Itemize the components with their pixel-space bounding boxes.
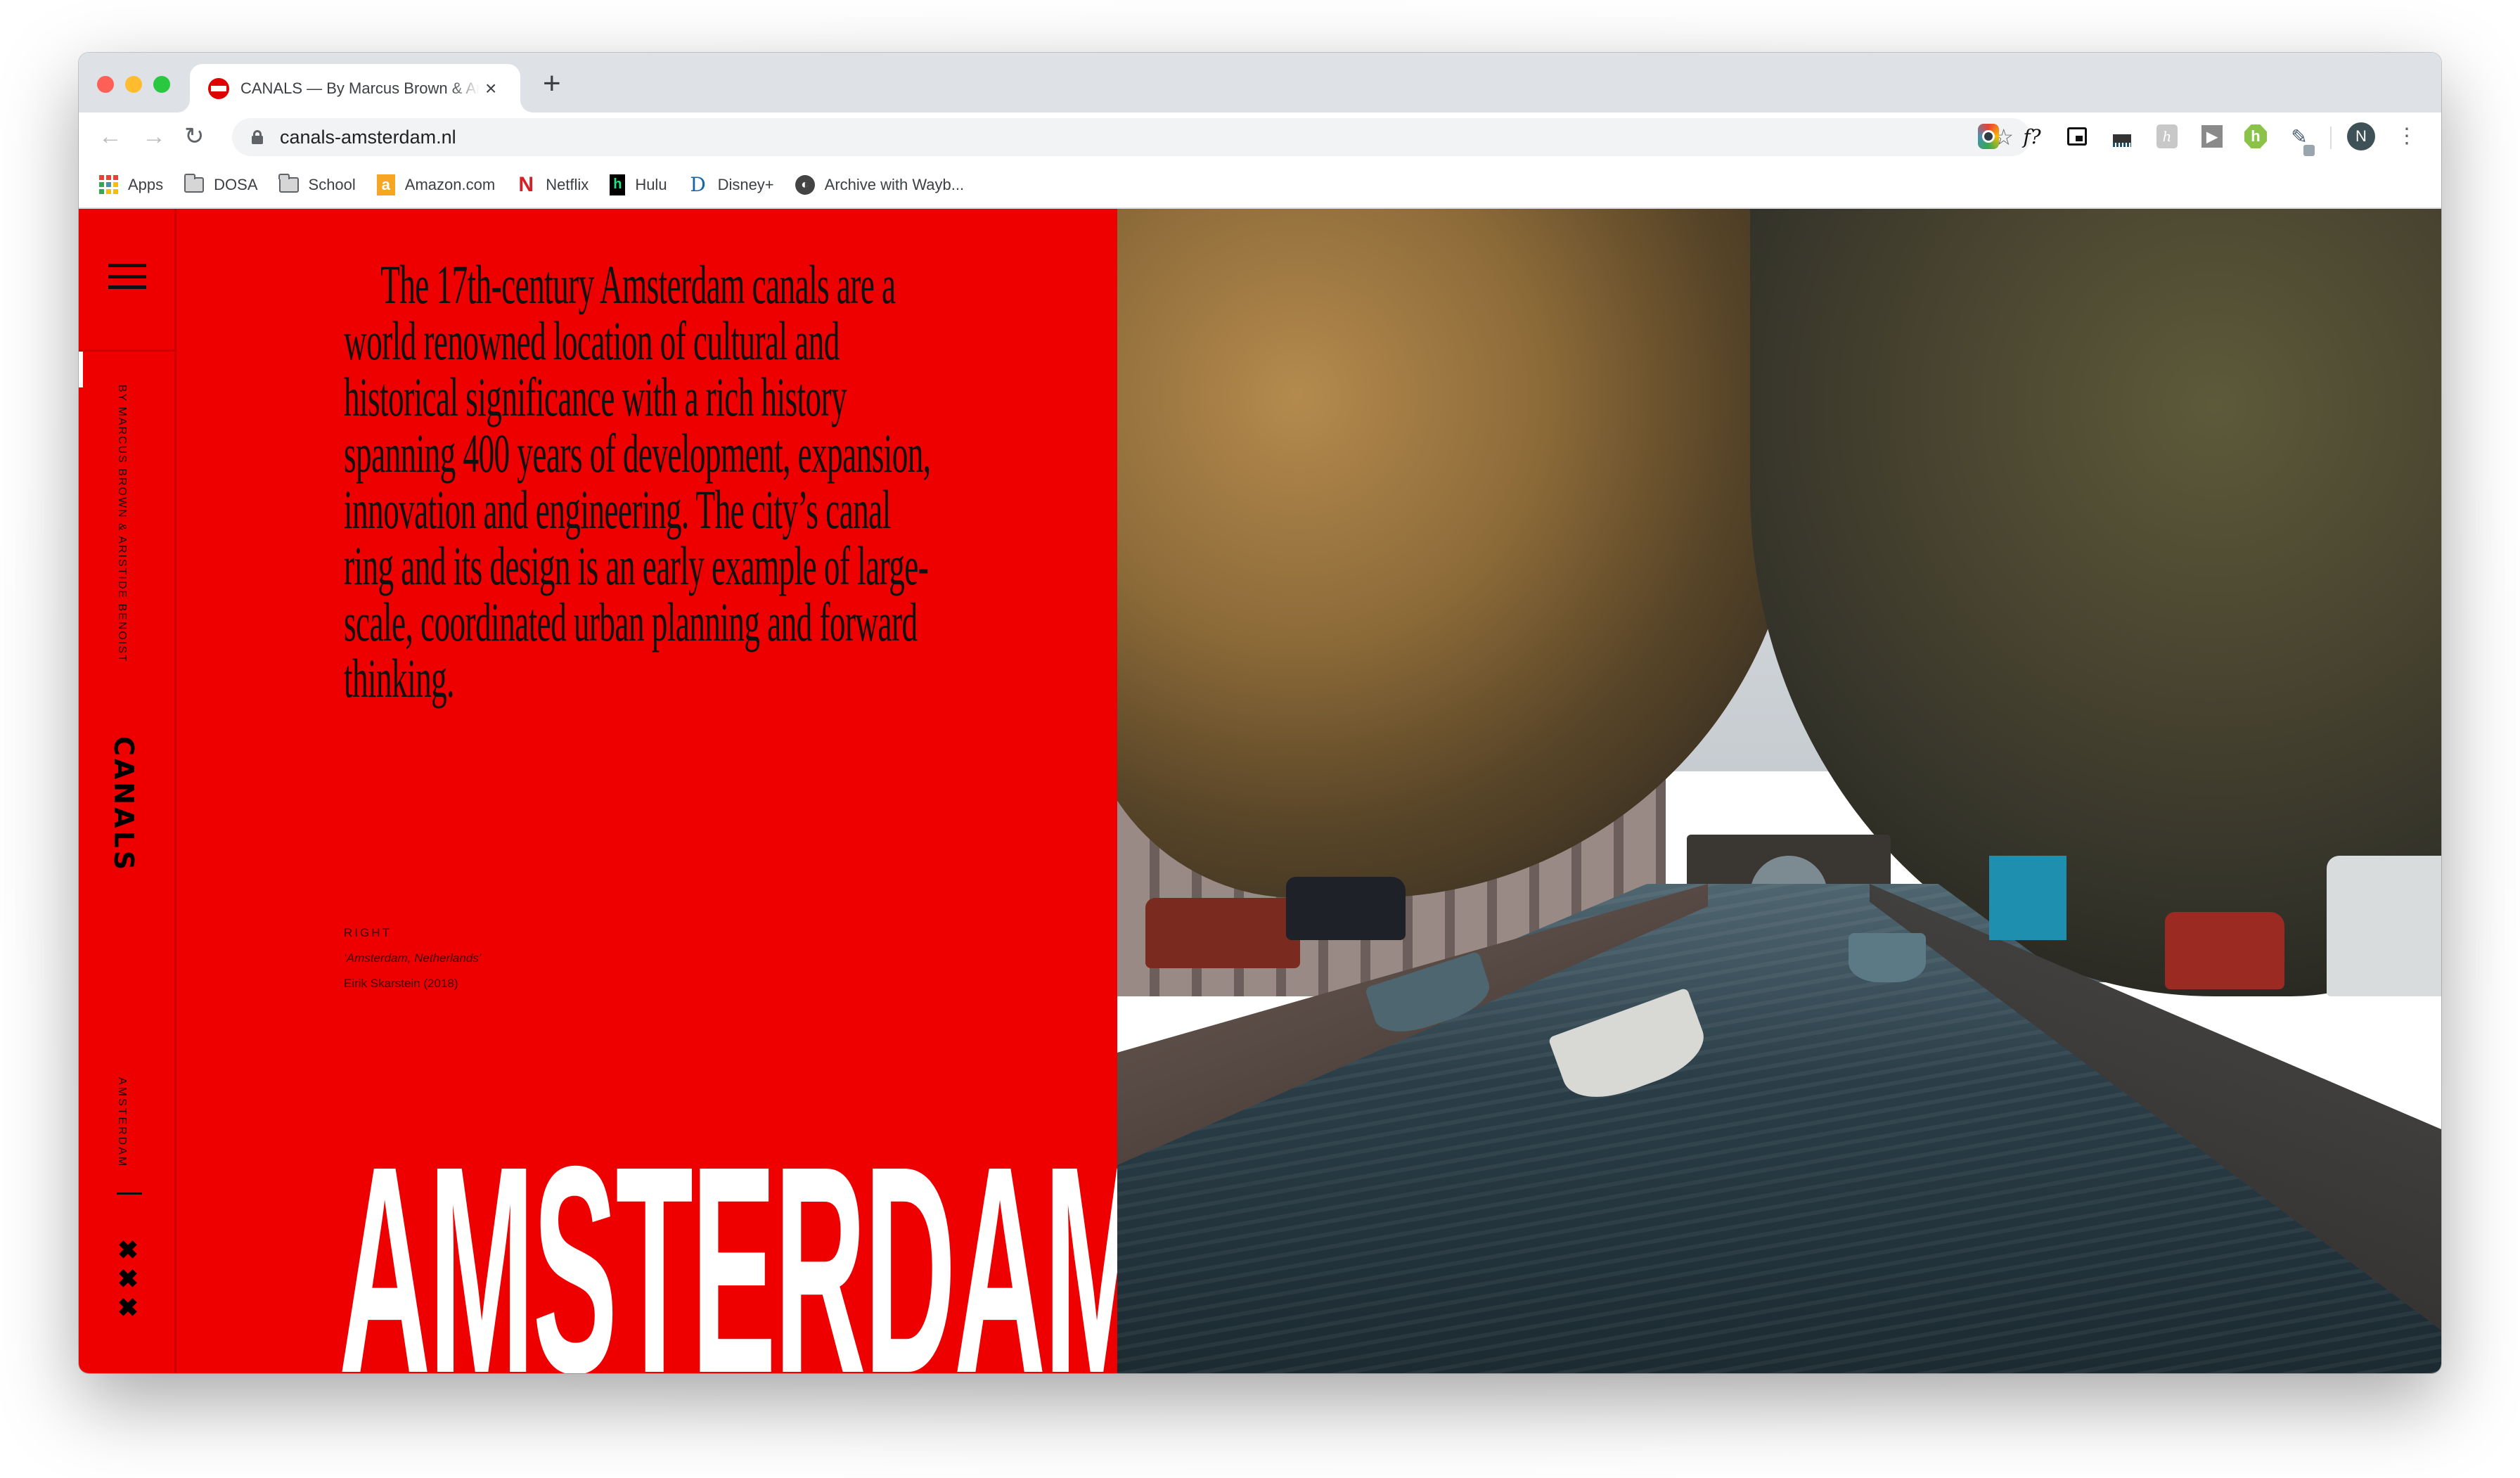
forward-button[interactable]: → bbox=[142, 122, 166, 150]
new-tab-button[interactable]: + bbox=[543, 68, 561, 99]
bookmark-label: School bbox=[308, 175, 356, 193]
page-title: AMSTERDAM bbox=[339, 1105, 1150, 1374]
cross-icon: ✖ bbox=[117, 1264, 139, 1293]
bookmark-wayback[interactable]: ◐ Archive with Wayb... bbox=[795, 174, 965, 195]
folder-icon bbox=[278, 173, 299, 194]
minimize-window-button[interactable] bbox=[125, 76, 142, 93]
browser-toolbar: ← → ↻ canals-amsterdam.nl ☆ f? h ▶ h ✎ N… bbox=[79, 113, 2441, 162]
hulu-icon: h bbox=[610, 174, 626, 195]
authors-credit: BY MARCUS BROWN & ARISTIDE BENOIST bbox=[116, 385, 128, 663]
photo-container bbox=[1989, 856, 2066, 940]
credit-author: Eirik Skarstein (2018) bbox=[344, 977, 458, 990]
cross-icon: ✖ bbox=[117, 1293, 139, 1322]
bookmark-disney[interactable]: D Disney+ bbox=[688, 173, 774, 196]
cross-icon: ✖ bbox=[117, 1235, 139, 1264]
photo-car bbox=[2165, 912, 2284, 989]
bookmark-label: Disney+ bbox=[717, 175, 774, 193]
photo-car bbox=[1145, 898, 1300, 968]
sidebar: BY MARCUS BROWN & ARISTIDE BENOIST CANAL… bbox=[79, 209, 176, 1373]
scroll-progress-bar[interactable] bbox=[79, 352, 83, 1373]
scroll-progress-fill bbox=[79, 352, 83, 387]
photo-bridge bbox=[1687, 835, 1891, 898]
photo-trees-left bbox=[1117, 209, 1799, 898]
sidebar-divider bbox=[79, 349, 176, 352]
lock-icon[interactable] bbox=[252, 130, 263, 144]
tab-close-icon[interactable]: × bbox=[485, 78, 496, 98]
back-button[interactable]: ← bbox=[98, 122, 122, 150]
play-extension-icon[interactable]: ▶ bbox=[2198, 122, 2226, 150]
camera-extension-icon[interactable] bbox=[1974, 122, 2002, 150]
picture-in-picture-icon[interactable] bbox=[2063, 122, 2091, 150]
browser-menu-icon[interactable]: ⋮ bbox=[2396, 122, 2417, 150]
bookmark-label: Apps bbox=[128, 175, 164, 193]
bookmark-dosa[interactable]: DOSA bbox=[184, 173, 258, 194]
bookmark-amazon[interactable]: a Amazon.com bbox=[376, 174, 496, 195]
photo-car bbox=[1286, 877, 1406, 940]
bookmark-label: Amazon.com bbox=[404, 175, 496, 193]
bookmark-apps[interactable]: Apps bbox=[98, 175, 164, 194]
browser-window: CANALS — By Marcus Brown & Aristide Beno… bbox=[79, 53, 2441, 1373]
amsterdam-crosses-icon: ✖ ✖ ✖ bbox=[115, 1235, 141, 1322]
address-bar[interactable]: canals-amsterdam.nl ☆ bbox=[232, 118, 2031, 156]
wayback-icon: ◐ bbox=[795, 174, 815, 195]
hover-extension-icon[interactable]: h bbox=[2242, 122, 2270, 150]
credit-title: ‘Amsterdam, Netherlands’ bbox=[344, 951, 482, 965]
close-window-button[interactable] bbox=[97, 76, 114, 93]
city-label: AMSTERDAM bbox=[116, 1077, 128, 1169]
honey-extension-icon[interactable]: h bbox=[2153, 122, 2181, 150]
canals-favicon-icon bbox=[208, 77, 229, 99]
bookmark-school[interactable]: School bbox=[278, 173, 356, 194]
amazon-icon: a bbox=[376, 174, 395, 195]
intro-panel: BY MARCUS BROWN & ARISTIDE BENOIST CANAL… bbox=[79, 209, 1150, 1373]
canal-photo bbox=[1117, 209, 2441, 1373]
bookmark-netflix[interactable]: N Netflix bbox=[516, 172, 589, 196]
tab-title: CANALS — By Marcus Brown & Aristide Beno… bbox=[240, 79, 480, 97]
hamburger-menu-icon[interactable] bbox=[108, 264, 146, 289]
formula-extension-icon[interactable]: f? bbox=[2018, 122, 2046, 150]
intro-paragraph: The 17th-century Amsterdam canals are a … bbox=[344, 254, 931, 709]
eyedropper-extension-icon[interactable]: ✎ bbox=[2285, 122, 2315, 156]
reload-button[interactable]: ↻ bbox=[184, 122, 205, 150]
photo-credit: RIGHT ‘Amsterdam, Netherlands’ Eirik Ska… bbox=[344, 920, 482, 996]
profile-avatar[interactable]: N bbox=[2347, 122, 2375, 150]
bookmark-label: DOSA bbox=[214, 175, 258, 193]
tab-canals[interactable]: CANALS — By Marcus Brown & Aristide Beno… bbox=[190, 64, 520, 113]
maximize-window-button[interactable] bbox=[153, 76, 170, 93]
bookmarks-bar: Apps DOSA School a Amazon.com N Netflix … bbox=[79, 162, 2441, 209]
code-extension-icon[interactable] bbox=[2108, 122, 2136, 150]
city-divider bbox=[117, 1193, 142, 1195]
disney-icon: D bbox=[690, 173, 706, 196]
tab-strip: CANALS — By Marcus Brown & Aristide Beno… bbox=[79, 53, 2441, 113]
photo-truck bbox=[2327, 856, 2441, 996]
bookmark-label: Netflix bbox=[546, 175, 589, 193]
bookmark-label: Archive with Wayb... bbox=[824, 175, 965, 193]
page-content: BY MARCUS BROWN & ARISTIDE BENOIST CANAL… bbox=[79, 209, 2441, 1373]
bookmark-hulu[interactable]: h Hulu bbox=[610, 174, 667, 195]
toolbar-separator bbox=[2330, 127, 2332, 149]
netflix-icon: N bbox=[518, 172, 534, 196]
credit-position: RIGHT bbox=[344, 926, 392, 939]
url-text[interactable]: canals-amsterdam.nl bbox=[280, 127, 456, 148]
bookmark-label: Hulu bbox=[635, 175, 667, 193]
apps-grid-icon bbox=[98, 175, 118, 194]
brand-logo[interactable]: CANALS bbox=[108, 736, 139, 873]
folder-icon bbox=[184, 173, 205, 194]
photo-boat bbox=[1849, 933, 1926, 982]
